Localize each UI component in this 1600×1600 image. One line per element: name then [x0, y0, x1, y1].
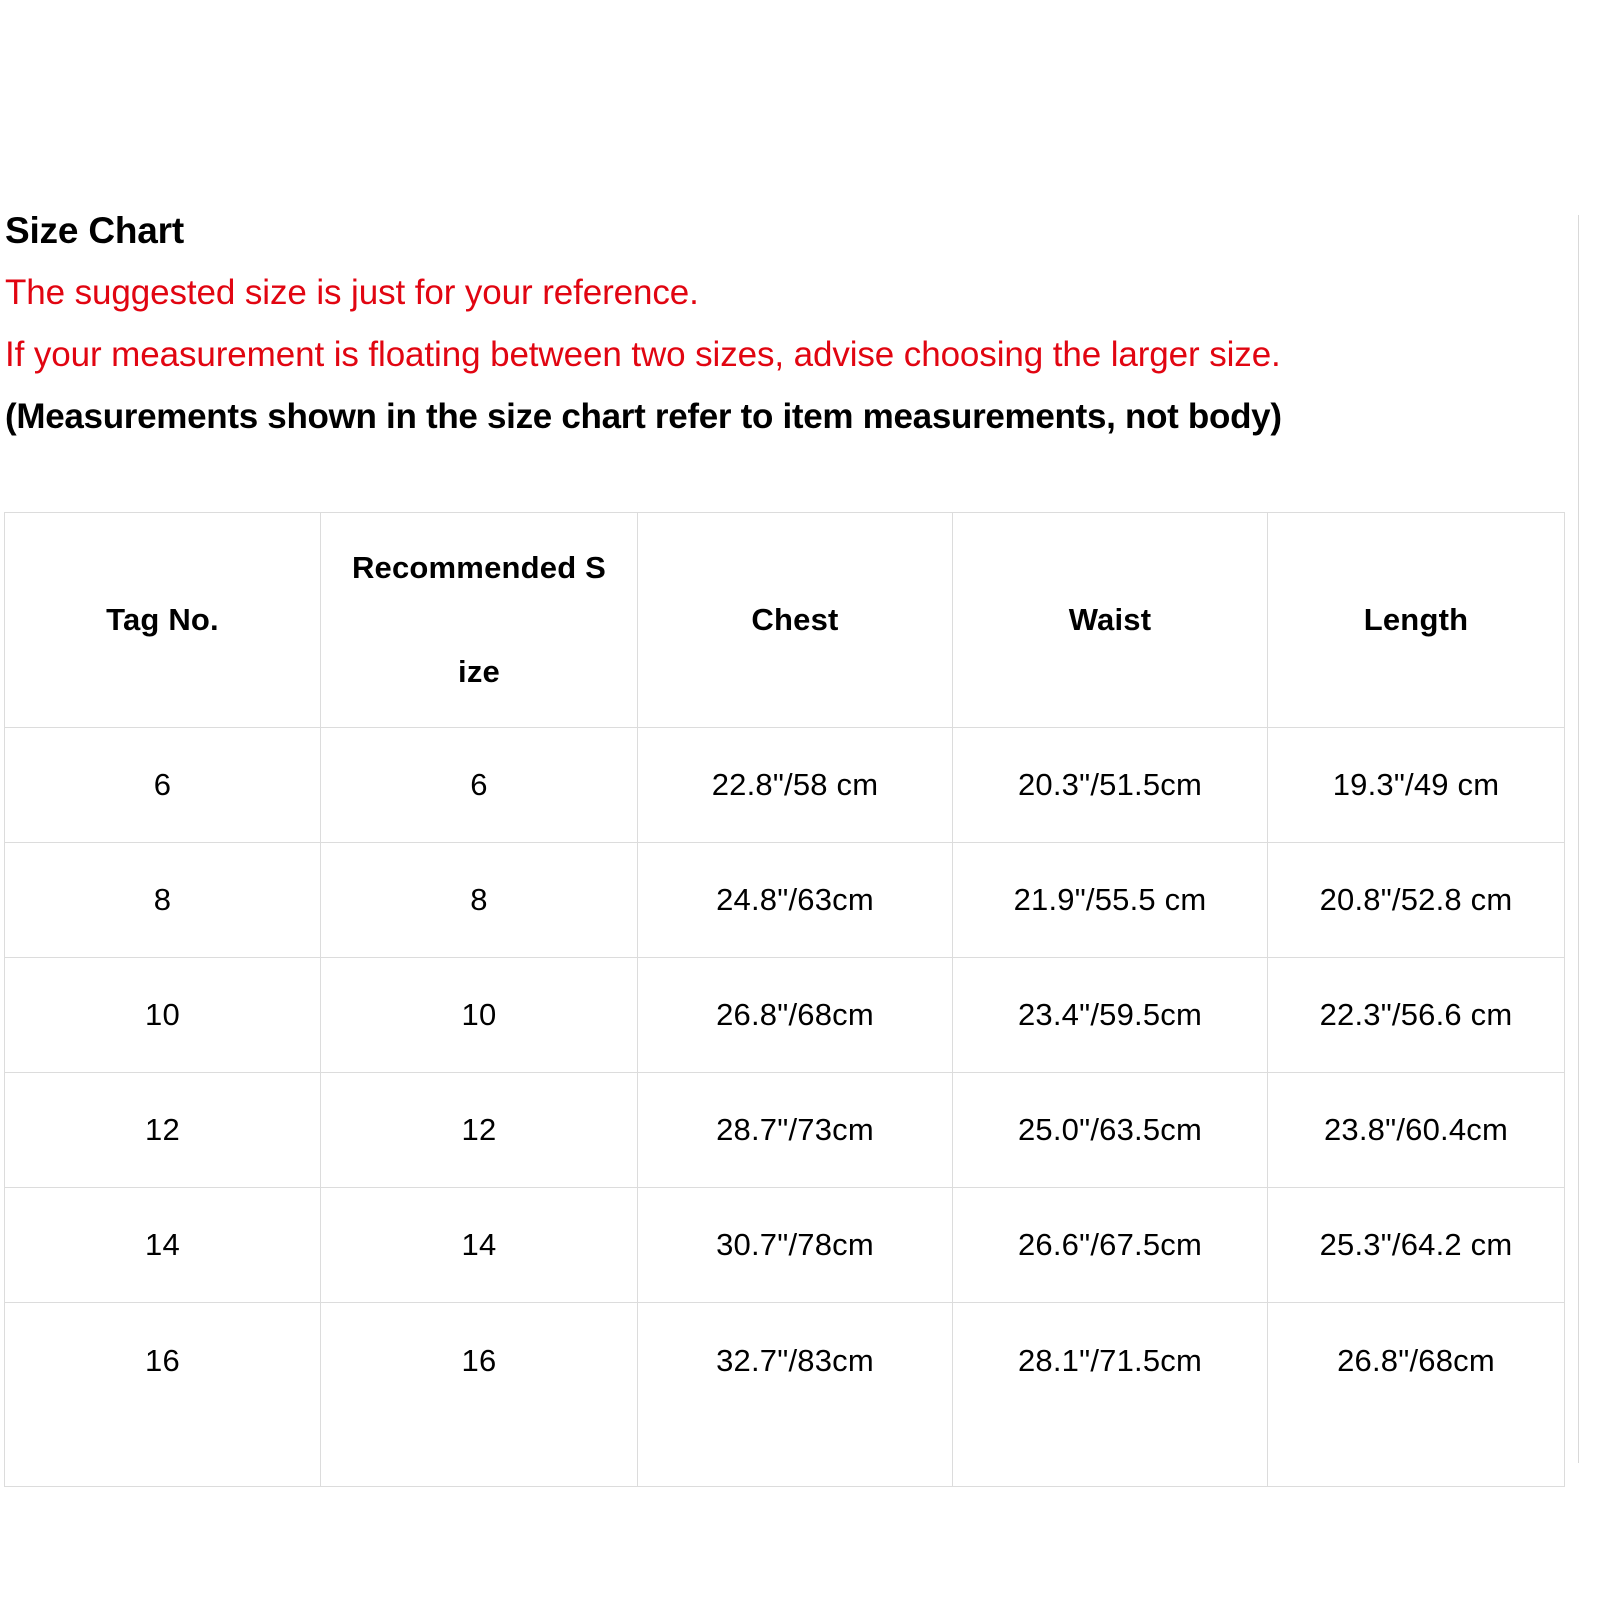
size-chart-sheet: Size Chart The suggested size is just fo… [0, 0, 1578, 1600]
cell-tag-no: 8 [4, 842, 321, 958]
cell-length: 25.3"/64.2 cm [1267, 1187, 1565, 1303]
reference-note-line-1: The suggested size is just for your refe… [5, 273, 699, 312]
table-header: Tag No. Recommended S ize Chest Waist Le… [4, 512, 1565, 728]
cell-tag-no: 6 [4, 727, 321, 843]
page-title: Size Chart [5, 210, 184, 251]
cell-length: 26.8"/68cm [1267, 1302, 1565, 1487]
cell-length: 19.3"/49 cm [1267, 727, 1565, 843]
cell-waist: 26.6"/67.5cm [952, 1187, 1268, 1303]
cell-tag-no: 10 [4, 957, 321, 1073]
cell-recommended-size: 10 [320, 957, 638, 1073]
cell-chest: 32.7"/83cm [637, 1302, 953, 1487]
cell-waist: 25.0"/63.5cm [952, 1072, 1268, 1188]
measurements-disclaimer: (Measurements shown in the size chart re… [5, 397, 1282, 436]
column-header-recommended-size: Recommended S ize [320, 512, 638, 728]
cell-tag-no: 16 [4, 1302, 321, 1487]
cell-length: 20.8"/52.8 cm [1267, 842, 1565, 958]
cell-length: 22.3"/56.6 cm [1267, 957, 1565, 1073]
cell-tag-no: 14 [4, 1187, 321, 1303]
table-row: 10 10 26.8"/68cm 23.4"/59.5cm 22.3"/56.6… [4, 957, 1565, 1073]
cell-chest: 30.7"/78cm [637, 1187, 953, 1303]
cell-waist: 28.1"/71.5cm [952, 1302, 1268, 1487]
cell-chest: 22.8"/58 cm [637, 727, 953, 843]
table-row: 14 14 30.7"/78cm 26.6"/67.5cm 25.3"/64.2… [4, 1187, 1565, 1303]
cell-recommended-size: 12 [320, 1072, 638, 1188]
column-header-tag-no-label: Tag No. [106, 602, 219, 637]
cell-length: 23.8"/60.4cm [1267, 1072, 1565, 1188]
column-header-length: Length [1267, 512, 1565, 728]
cell-recommended-size: 16 [320, 1302, 638, 1487]
cell-chest: 28.7"/73cm [637, 1072, 953, 1188]
column-header-tag-no: Tag No. [4, 512, 321, 728]
cell-tag-no: 12 [4, 1072, 321, 1188]
column-header-waist: Waist [952, 512, 1268, 728]
page-right-edge-divider [1578, 215, 1579, 1463]
column-header-chest-label: Chest [751, 602, 839, 637]
reference-note-line-2: If your measurement is floating between … [5, 335, 1281, 374]
cell-recommended-size: 6 [320, 727, 638, 843]
table-header-row: Tag No. Recommended S ize Chest Waist Le… [4, 512, 1565, 728]
cell-recommended-size: 14 [320, 1187, 638, 1303]
table-row: 6 6 22.8"/58 cm 20.3"/51.5cm 19.3"/49 cm [4, 727, 1565, 843]
column-header-recommended-size-line-2: ize [458, 654, 500, 689]
cell-chest: 24.8"/63cm [637, 842, 953, 958]
table-row: 16 16 32.7"/83cm 28.1"/71.5cm 26.8"/68cm [4, 1302, 1565, 1487]
intro-block: Size Chart The suggested size is just fo… [5, 212, 1565, 434]
cell-chest: 26.8"/68cm [637, 957, 953, 1073]
column-header-chest: Chest [637, 512, 953, 728]
column-header-recommended-size-line-1: Recommended S [351, 550, 607, 585]
cell-waist: 20.3"/51.5cm [952, 727, 1268, 843]
table-body: 6 6 22.8"/58 cm 20.3"/51.5cm 19.3"/49 cm… [4, 727, 1565, 1487]
table-row: 12 12 28.7"/73cm 25.0"/63.5cm 23.8"/60.4… [4, 1072, 1565, 1188]
column-header-waist-label: Waist [1068, 602, 1152, 637]
table-row: 8 8 24.8"/63cm 21.9"/55.5 cm 20.8"/52.8 … [4, 842, 1565, 958]
column-header-length-label: Length [1363, 602, 1469, 637]
cell-waist: 21.9"/55.5 cm [952, 842, 1268, 958]
size-chart-table: Tag No. Recommended S ize Chest Waist Le… [4, 512, 1565, 1487]
cell-recommended-size: 8 [320, 842, 638, 958]
cell-waist: 23.4"/59.5cm [952, 957, 1268, 1073]
